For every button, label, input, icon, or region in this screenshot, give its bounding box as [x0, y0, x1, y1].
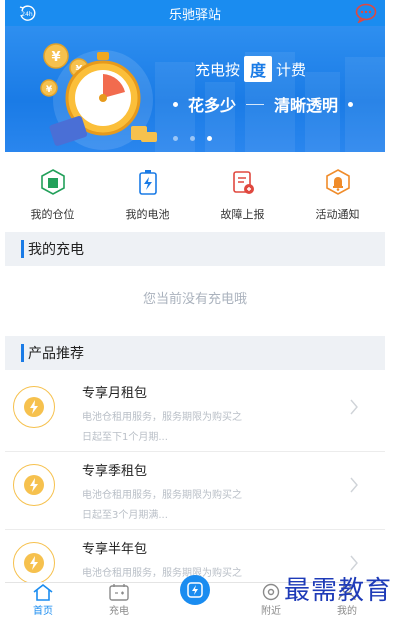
app-header: 24h 乐驰驿站 [5, 0, 385, 26]
pager-dot[interactable] [190, 136, 195, 141]
product-name: 专享月租包 [82, 386, 148, 401]
banner-pager[interactable] [173, 136, 212, 141]
product-desc: 电池仓租用服务，服务期限为购买之 日起至下1个月期... [82, 412, 242, 443]
svg-text:24h: 24h [21, 11, 33, 18]
chat-bubble-icon[interactable] [355, 3, 377, 23]
svg-text:¥: ¥ [51, 50, 60, 65]
bolt-badge-icon [13, 464, 55, 506]
banner-slogan-1: 花多少 [188, 96, 237, 115]
fault-report-icon [232, 171, 254, 194]
tab-label: 附近 [261, 606, 281, 617]
watermark-text: 最需教育 [284, 576, 393, 606]
location-icon [262, 583, 280, 601]
product-desc: 电池仓租用服务，服务期限为购买之 日起至3个月期满... [82, 490, 242, 521]
product-name: 专享半年包 [82, 542, 148, 557]
banner-headline: 充电按 度 计费 [195, 56, 306, 82]
tab-label: 首页 [33, 606, 53, 617]
quick-action-label: 活动通知 [315, 208, 360, 221]
pager-dot[interactable] [173, 136, 178, 141]
chevron-right-icon [350, 477, 358, 493]
quick-action-battery[interactable]: 我的电池 [100, 160, 195, 230]
section-title: 我的充电 [28, 242, 84, 258]
product-name: 专享季租包 [82, 464, 148, 479]
banner-slogan-2: 清晰透明 [274, 96, 339, 115]
pager-dot-active[interactable] [207, 136, 212, 141]
banner-highlight: 度 [244, 56, 273, 82]
warehouse-icon [40, 169, 65, 195]
promo-banner[interactable]: ¥ ¥ ¥ 充电按 度 计费 花多少 清晰透明 [5, 26, 385, 152]
battery-icon [138, 170, 157, 195]
section-products: 产品推荐 [5, 336, 385, 370]
bolt-badge-icon [13, 542, 55, 582]
banner-slogan: 花多少 清晰透明 [173, 92, 354, 116]
product-desc: 电池仓租用服务，服务期限为购买之 [82, 568, 242, 579]
tab-scan-charge[interactable] [157, 575, 233, 619]
stopwatch-coins-illustration: ¥ ¥ ¥ [40, 43, 157, 150]
quick-action-warehouse[interactable]: 我的仓位 [5, 160, 100, 230]
home-icon [33, 583, 53, 601]
clock-24h-icon[interactable]: 24h [17, 3, 37, 23]
empty-charging-text: 您当前没有充电哦 [142, 292, 247, 307]
chevron-right-icon [350, 399, 358, 415]
section-title: 产品推荐 [28, 346, 84, 362]
quick-action-label: 我的仓位 [30, 208, 75, 221]
charge-icon [109, 584, 129, 601]
quick-action-label: 故障上报 [220, 208, 265, 221]
banner-prefix: 充电按 [195, 60, 241, 79]
page-title: 乐驰驿站 [168, 7, 221, 23]
banner-suffix: 计费 [276, 60, 307, 79]
bell-notice-icon [325, 169, 350, 195]
product-item[interactable]: 专享季租包 电池仓租用服务，服务期限为购买之 日起至3个月期满... [5, 452, 385, 530]
tab-home[interactable]: 首页 [5, 583, 81, 619]
bolt-badge-icon [13, 386, 55, 428]
quick-action-label: 我的电池 [125, 208, 170, 221]
section-my-charging: 我的充电 [5, 232, 385, 266]
quick-action-notice[interactable]: 活动通知 [290, 160, 385, 230]
quick-action-fault-report[interactable]: 故障上报 [195, 160, 290, 230]
quick-actions: 我的仓位 我的电池 故障上报 活动通知 [5, 160, 385, 230]
tab-label: 充电 [109, 606, 129, 617]
scan-charge-icon [180, 575, 210, 605]
tab-charge[interactable]: 充电 [81, 583, 157, 619]
svg-text:¥: ¥ [46, 85, 53, 95]
product-item[interactable]: 专享月租包 电池仓租用服务，服务期限为购买之 日起至下1个月期... [5, 374, 385, 452]
